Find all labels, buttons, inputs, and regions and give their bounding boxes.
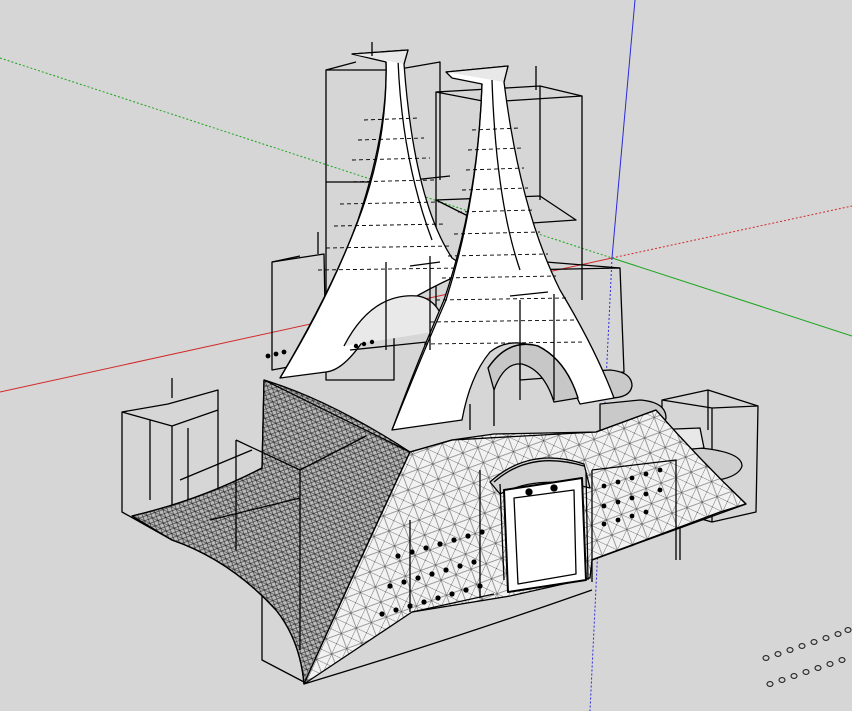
model-group[interactable] — [121, 42, 759, 685]
blue-axis-solid — [611, 0, 636, 259]
modeling-viewport[interactable] — [0, 0, 852, 711]
stray-rings — [762, 627, 852, 687]
red-axis-dotted — [611, 205, 852, 259]
green-axis-solid — [611, 257, 852, 337]
